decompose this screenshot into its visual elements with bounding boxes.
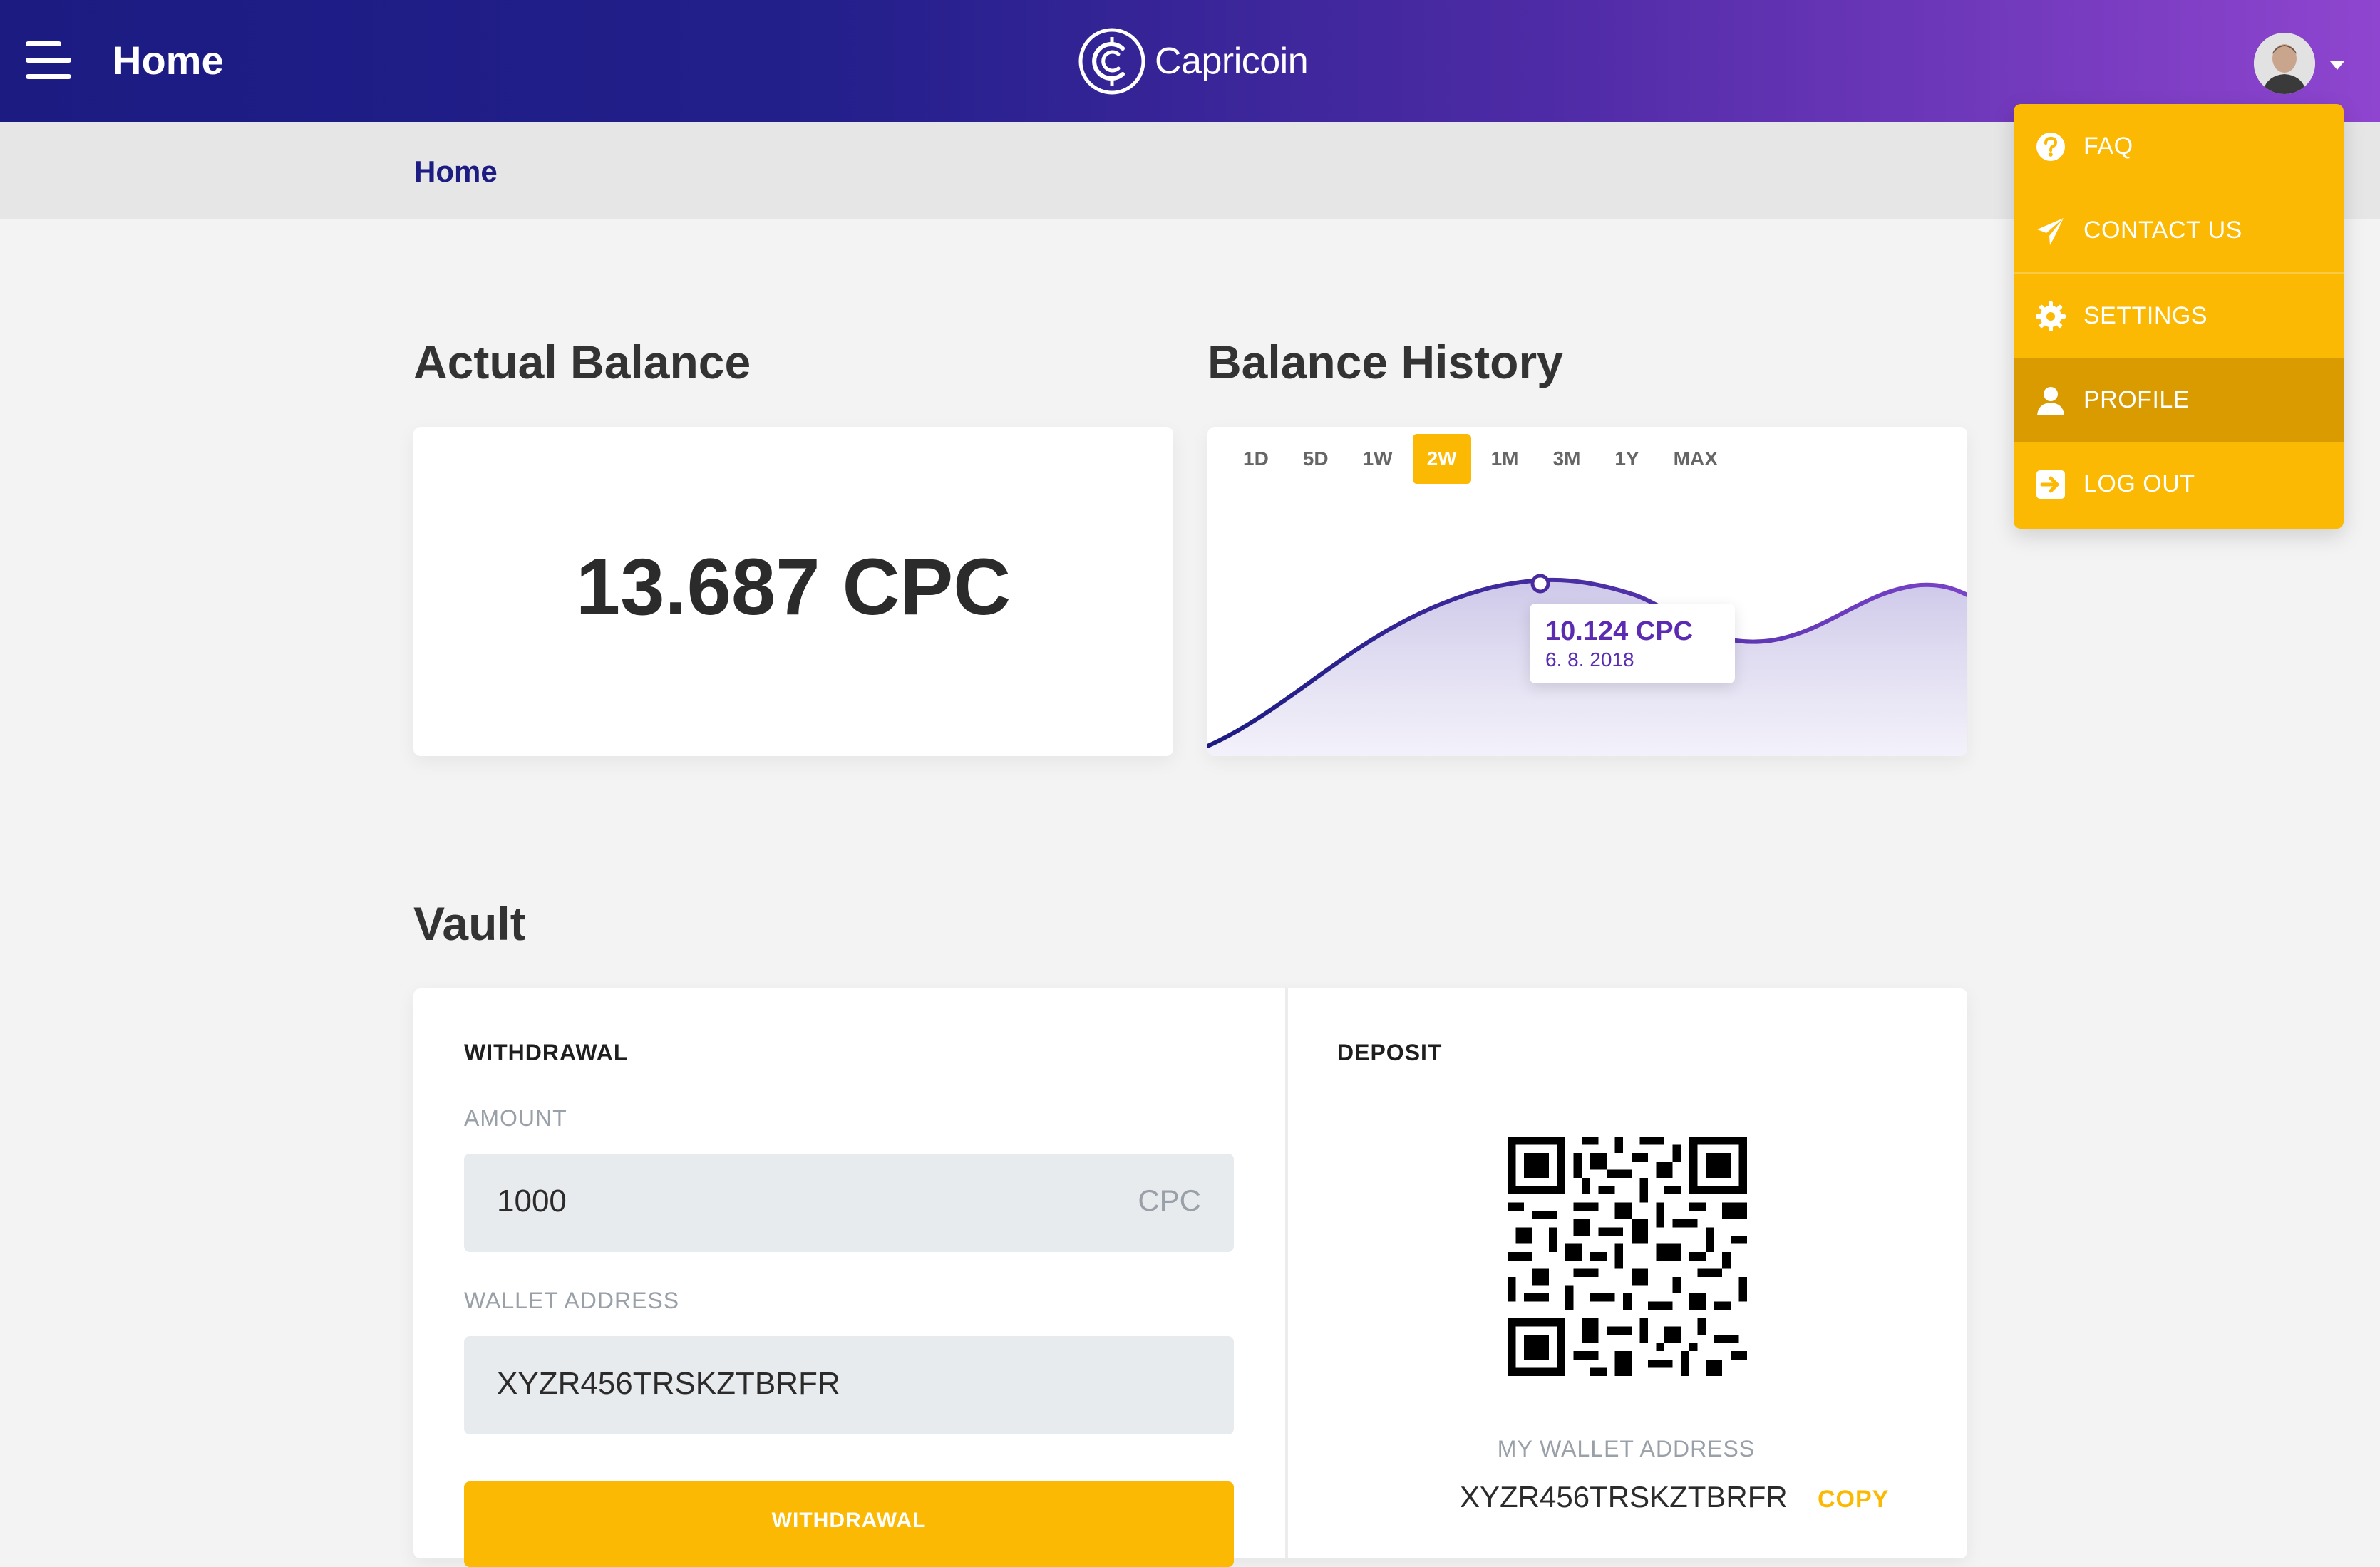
menu-item-profile[interactable]: PROFILE [2014,358,2344,442]
hamburger-line [26,41,61,46]
withdrawal-button[interactable]: WITHDRAWAL [464,1481,1234,1567]
balance-history-card: 1D 5D 1W 2W 1M 3M 1Y MAX 10.124 CPC 6. 8… [1207,427,1967,756]
withdrawal-button-label: WITHDRAWAL [771,1509,927,1532]
balance-value: 13.687 CPC [575,542,1011,631]
breadcrumb-home-link[interactable]: Home [414,155,498,189]
wallet-address-label: WALLET ADDRESS [464,1288,680,1313]
amount-input-value: 1000 [497,1184,567,1219]
wallet-address-input-value: XYZR456TRSKZTBRFR [497,1366,840,1401]
brand-logo-link[interactable]: Capricoin [1078,27,1309,95]
tooltip-date: 6. 8. 2018 [1545,648,1634,671]
my-wallet-address-value: XYZR456TRSKZTBRFR [1460,1480,1788,1514]
deposit-title: DEPOSIT [1337,1040,1443,1065]
header-title: Home [113,38,224,83]
chart-tooltip: 10.124 CPC 6. 8. 2018 [1530,604,1735,683]
tooltip-value: 10.124 CPC [1545,616,1694,646]
menu-item-label: FAQ [2083,133,2133,160]
user-icon [2037,387,2064,415]
range-5d[interactable]: 5D [1289,434,1343,484]
balance-history-heading: Balance History [1207,336,1563,388]
hamburger-line [26,58,71,63]
range-3m[interactable]: 3M [1539,434,1595,484]
hamburger-line [26,74,71,79]
menu-item-label: PROFILE [2083,386,2190,413]
wallet-qr-code-icon [1508,1137,1747,1376]
menu-item-settings[interactable]: SETTINGS [2014,272,2344,356]
vault-divider [1285,988,1288,1558]
withdrawal-title: WITHDRAWAL [464,1040,629,1065]
range-1m[interactable]: 1M [1477,434,1533,484]
amount-label: AMOUNT [464,1105,567,1131]
vault-card: WITHDRAWAL AMOUNT 1000 CPC WALLET ADDRES… [413,988,1967,1567]
capricoin-logo-icon [1078,28,1145,95]
vault-heading: Vault [413,897,526,950]
user-dropdown-menu: FAQ CONTACT US SETTINGS PROFILE LOG OUT [2014,104,2344,529]
menu-item-contact-us[interactable]: CONTACT US [2014,188,2344,272]
gear-icon [2036,301,2066,331]
menu-item-faq[interactable]: FAQ [2014,104,2344,188]
chart-selected-point[interactable] [1530,574,1550,594]
range-1w[interactable]: 1W [1349,434,1407,484]
actual-balance-card: 13.687 CPC [413,427,1173,756]
range-1y[interactable]: 1Y [1600,434,1653,484]
menu-toggle-button[interactable] [26,38,71,83]
paper-plane-icon [2037,218,2064,245]
range-max[interactable]: MAX [1659,434,1732,484]
range-1d[interactable]: 1D [1229,434,1283,484]
user-avatar[interactable] [2254,33,2315,94]
range-2w[interactable]: 2W [1412,434,1471,484]
brand-name: Capricoin [1155,41,1309,82]
range-selector: 1D 5D 1W 2W 1M 3M 1Y MAX [1229,434,1738,484]
amount-currency-suffix: CPC [1138,1184,1201,1217]
wallet-address-input[interactable]: XYZR456TRSKZTBRFR [464,1336,1234,1434]
question-icon [2036,133,2065,161]
chevron-down-icon[interactable] [2330,61,2344,70]
logout-icon [2036,470,2065,499]
menu-item-label: SETTINGS [2083,302,2208,329]
menu-item-log-out[interactable]: LOG OUT [2014,442,2344,526]
amount-input[interactable]: 1000 CPC [464,1154,1234,1252]
my-wallet-address-label: MY WALLET ADDRESS [1497,1436,1756,1462]
copy-address-button[interactable]: COPY [1818,1486,1889,1514]
menu-item-label: LOG OUT [2083,470,2195,497]
actual-balance-heading: Actual Balance [413,336,751,388]
avatar-photo-icon [2254,33,2315,94]
menu-item-label: CONTACT US [2083,217,2242,244]
